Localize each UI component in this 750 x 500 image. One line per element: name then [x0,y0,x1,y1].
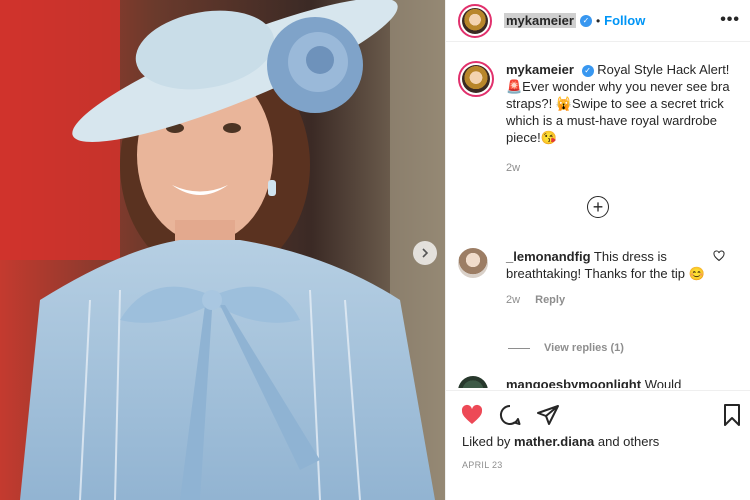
author-username[interactable]: mykameier [504,13,576,28]
photo-illustration [0,0,445,500]
comment-username[interactable]: _lemonandfig [506,249,591,264]
likes-suffix[interactable]: and others [598,434,659,449]
comment-item: _lemonandfig This dress is breathtaking!… [458,248,743,309]
more-icon[interactable]: ••• [720,11,740,29]
verified-icon: ✓ [579,14,592,27]
view-replies-button[interactable]: View replies (1) [508,342,624,354]
heart-icon[interactable] [713,250,725,262]
comment-body: mangoesbymoonlight Would [506,376,706,388]
comment-text: Would [644,377,682,388]
heart-icon[interactable] [460,403,484,427]
likes-prefix: Liked by [462,434,511,449]
comment-icon[interactable] [498,403,522,427]
separator-dot: • [595,13,601,28]
actions-area: Liked by mather.diana and others APRIL 2… [446,390,750,500]
caption-username[interactable]: mykameier [506,62,574,77]
post-photo [0,0,445,500]
caption: mykameier ✓ Royal Style Hack Alert! 🚨Eve… [458,61,743,177]
caption-body: mykameier ✓ Royal Style Hack Alert! 🚨Eve… [506,61,736,177]
liked-user[interactable]: mather.diana [514,434,594,449]
author-avatar[interactable] [458,3,492,38]
commenter-avatar[interactable] [458,248,488,278]
commenter-avatar[interactable] [458,376,488,388]
comment-username[interactable]: mangoesbymoonlight [506,377,641,388]
caption-time[interactable]: 2w [506,160,736,177]
replies-line [508,347,530,349]
post-panel: mykameier ✓ • Follow ••• mykameier ✓ Roy… [445,0,750,500]
share-icon[interactable] [536,403,560,427]
post-header: mykameier ✓ • Follow ••• [446,0,750,42]
comments-section[interactable]: mykameier ✓ Royal Style Hack Alert! 🚨Eve… [446,43,750,388]
caption-avatar[interactable] [458,61,494,97]
view-replies-label: View replies (1) [544,342,624,354]
comment-item: mangoesbymoonlight Would [458,376,743,388]
action-bar [460,403,745,429]
bookmark-icon[interactable] [720,403,744,427]
comment-body: _lemonandfig This dress is breathtaking!… [506,248,706,309]
comment-meta: 2w Reply [506,292,706,309]
verified-icon: ✓ [581,64,594,77]
next-arrow-icon [422,248,429,258]
comment-time[interactable]: 2w [506,294,520,306]
follow-button[interactable]: Follow [604,13,645,28]
post-date[interactable]: APRIL 23 [462,460,503,470]
likes-summary: Liked by mather.diana and others [462,434,659,449]
next-photo-button[interactable] [413,241,437,265]
add-circle-icon[interactable]: + [587,196,609,218]
reply-button[interactable]: Reply [535,294,565,306]
